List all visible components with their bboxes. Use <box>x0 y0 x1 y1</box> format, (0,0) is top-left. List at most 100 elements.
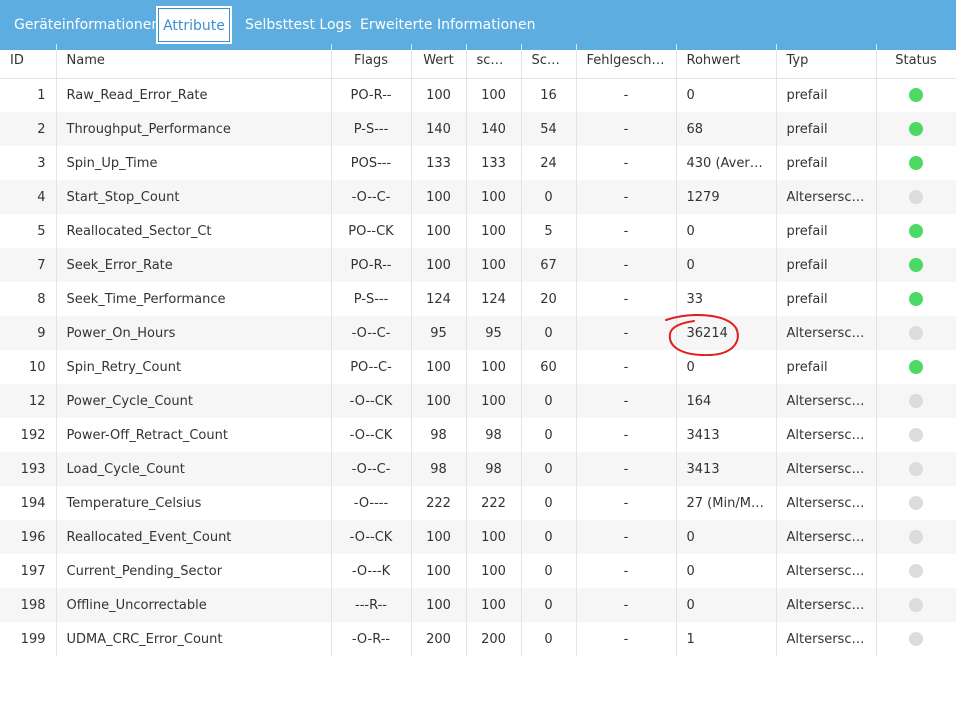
status-neutral-icon <box>909 462 923 476</box>
cell-schwelle: 0 <box>521 588 577 622</box>
col-header-schwelle[interactable]: Sch… <box>521 44 577 79</box>
table-row[interactable]: 4 Start_Stop_Count -O--C- 100 100 0-1279 Alter… <box>0 180 956 214</box>
cell-fehlgeschlagen: - <box>576 418 677 452</box>
cell-wert: 100 <box>411 588 467 622</box>
cell-name: Reallocated_Event_Count <box>56 520 332 554</box>
status-ok-icon <box>909 88 923 103</box>
cell-fehlgeschlagen: - <box>576 486 677 520</box>
cell-schlechtester: 222 <box>466 486 522 520</box>
cell-id: 197 <box>0 554 57 588</box>
tab-selbsttest-logs[interactable]: Selbsttest Logs <box>245 8 352 42</box>
table-row[interactable]: 193 Load_Cycle_Count -O--C- 98 98 0-3413 Alter… <box>0 452 956 486</box>
table-row[interactable]: 2 Throughput_Performance P-S--- 140 140 54-68… <box>0 112 956 146</box>
cell-flags: ---R-- <box>331 588 412 622</box>
cell-fehlgeschlagen: - <box>576 214 677 248</box>
cell-flags: PO-R-- <box>331 78 412 112</box>
cell-typ: Altersersch… <box>776 452 877 486</box>
status-neutral-icon <box>909 190 923 204</box>
table-row[interactable]: 196 Reallocated_Event_Count -O--CK 100 100 0-… <box>0 520 956 554</box>
cell-typ: Altersersch… <box>776 418 877 452</box>
cell-rohwert: 3413 <box>676 418 777 452</box>
cell-rohwert: 0 <box>676 78 777 112</box>
status-neutral-icon <box>909 598 923 612</box>
cell-schlechtester: 95 <box>466 316 522 350</box>
cell-schlechtester: 100 <box>466 520 522 554</box>
table-row[interactable]: 198 Offline_Uncorrectable ---R-- 100 100 0-0 A… <box>0 588 956 622</box>
table-row[interactable]: 192 Power-Off_Retract_Count -O--CK 98 98 0-34… <box>0 418 956 452</box>
cell-schwelle: 0 <box>521 452 577 486</box>
cell-schlechtester: 100 <box>466 214 522 248</box>
cell-schwelle: 5 <box>521 214 577 248</box>
col-header-rohwert[interactable]: Rohwert <box>676 44 777 79</box>
cell-flags: -O--CK <box>331 384 412 418</box>
table-row[interactable]: 194 Temperature_Celsius -O---- 222 222 0-27 (… <box>0 486 956 520</box>
cell-wert: 133 <box>411 146 467 180</box>
table-row[interactable]: 5 Reallocated_Sector_Ct PO--CK 100 100 5-0 pre… <box>0 214 956 248</box>
col-header-status[interactable]: Status <box>876 44 956 79</box>
table-row[interactable]: 3 Spin_Up_Time POS--- 133 133 24-430 (Avera… p… <box>0 146 956 180</box>
cell-rohwert: 68 <box>676 112 777 146</box>
table-row[interactable]: 197 Current_Pending_Sector -O---K 100 100 0-0… <box>0 554 956 588</box>
cell-wert: 140 <box>411 112 467 146</box>
col-header-wert[interactable]: Wert <box>411 44 467 79</box>
tab-bar: Geräteinformationen Attribute Selbsttest… <box>0 0 956 50</box>
cell-flags: -O---K <box>331 554 412 588</box>
cell-typ: Altersersch… <box>776 622 877 656</box>
tab-geraeteinformationen[interactable]: Geräteinformationen <box>14 8 160 42</box>
cell-typ: Altersersch… <box>776 486 877 520</box>
cell-id: 193 <box>0 452 57 486</box>
cell-id: 9 <box>0 316 57 350</box>
cell-id: 12 <box>0 384 57 418</box>
status-ok-icon <box>909 360 923 374</box>
cell-rohwert: 3413 <box>676 452 777 486</box>
cell-schwelle: 54 <box>521 112 577 146</box>
cell-wert: 98 <box>411 418 467 452</box>
status-ok-icon <box>909 258 923 272</box>
cell-wert: 100 <box>411 554 467 588</box>
cell-fehlgeschlagen: - <box>576 452 677 486</box>
cell-name: Spin_Up_Time <box>56 146 332 180</box>
cell-typ: Altersersch… <box>776 588 877 622</box>
cell-flags: PO-R-- <box>331 248 412 282</box>
col-header-typ[interactable]: Typ <box>776 44 877 79</box>
cell-schwelle: 0 <box>521 622 577 656</box>
cell-flags: PO--CK <box>331 214 412 248</box>
table-row[interactable]: 8 Seek_Time_Performance P-S--- 124 124 20-33 p… <box>0 282 956 316</box>
status-neutral-icon <box>909 496 923 510</box>
table-row[interactable]: 12 Power_Cycle_Count -O--CK 100 100 0-164 Alte… <box>0 384 956 418</box>
cell-id: 2 <box>0 112 57 146</box>
col-header-flags[interactable]: Flags <box>331 44 412 79</box>
table-row[interactable]: 7 Seek_Error_Rate PO-R-- 100 100 67-0 prefail <box>0 248 956 282</box>
cell-flags: P-S--- <box>331 112 412 146</box>
cell-rohwert: 0 <box>676 554 777 588</box>
cell-typ: prefail <box>776 146 877 180</box>
table-row[interactable]: 10 Spin_Retry_Count PO--C- 100 100 60-0 prefai… <box>0 350 956 384</box>
cell-flags: -O-R-- <box>331 622 412 656</box>
col-header-id[interactable]: ID <box>0 44 57 79</box>
col-header-fehlgeschlagen[interactable]: Fehlgeschl… <box>576 44 677 79</box>
cell-id: 194 <box>0 486 57 520</box>
tab-erweiterte-informationen[interactable]: Erweiterte Informationen <box>360 8 536 42</box>
tab-attribute[interactable]: Attribute <box>158 8 230 42</box>
status-ok-icon <box>909 156 923 170</box>
cell-schlechtester: 98 <box>466 452 522 486</box>
cell-typ: Altersersch… <box>776 520 877 554</box>
cell-schlechtester: 100 <box>466 588 522 622</box>
table-row[interactable]: 9 Power_On_Hours -O--C- 95 95 0-36214 Alterser… <box>0 316 956 350</box>
col-header-name[interactable]: Name <box>56 44 332 79</box>
cell-schwelle: 0 <box>521 554 577 588</box>
cell-name: Load_Cycle_Count <box>56 452 332 486</box>
cell-fehlgeschlagen: - <box>576 350 677 384</box>
table-row[interactable]: 1 Raw_Read_Error_Rate PO-R-- 100 100 16-0 pref… <box>0 78 956 112</box>
cell-typ: prefail <box>776 78 877 112</box>
cell-flags: -O--C- <box>331 452 412 486</box>
cell-status <box>876 384 956 418</box>
cell-schwelle: 67 <box>521 248 577 282</box>
col-header-schlechtester[interactable]: schl… <box>466 44 522 79</box>
cell-fehlgeschlagen: - <box>576 180 677 214</box>
status-ok-icon <box>909 292 923 306</box>
cell-id: 5 <box>0 214 57 248</box>
table-row[interactable]: 199 UDMA_CRC_Error_Count -O-R-- 200 200 0-1 Al… <box>0 622 956 656</box>
cell-name: Current_Pending_Sector <box>56 554 332 588</box>
status-neutral-icon <box>909 326 923 340</box>
